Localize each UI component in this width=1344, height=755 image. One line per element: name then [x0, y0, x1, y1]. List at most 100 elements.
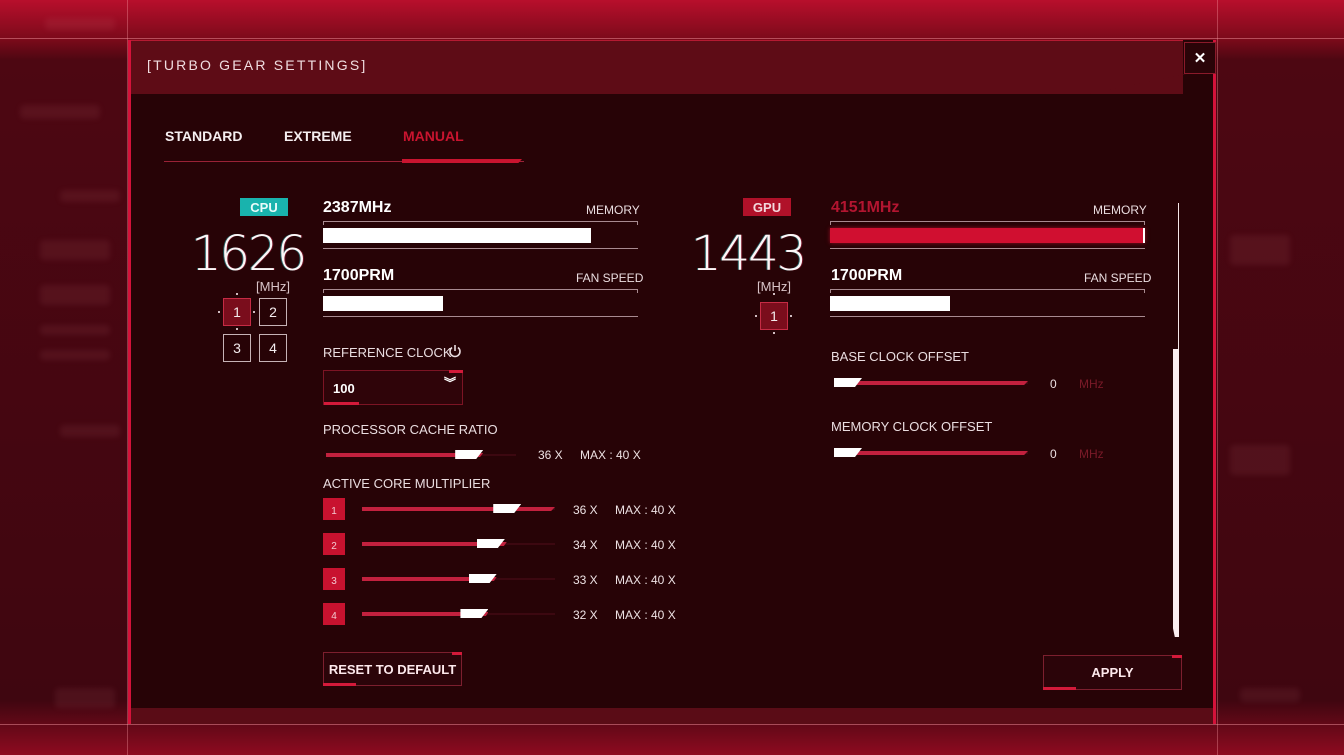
close-icon: ✕: [1193, 50, 1207, 67]
slider-thumb[interactable]: [834, 378, 862, 387]
cpu-fan-value: 1700PRM: [323, 267, 395, 284]
core-indicator-dot: [236, 293, 238, 295]
processor-cache-ratio-value: 36 X: [538, 448, 563, 462]
base-clock-offset-unit: MHz: [1079, 377, 1104, 391]
bg-blur-element: [1240, 688, 1300, 702]
cpu-frequency-unit: [MHz]: [256, 279, 290, 294]
memory-clock-offset-slider[interactable]: [834, 448, 1028, 458]
bg-blur-element: [45, 18, 115, 30]
reference-clock-value: 100: [333, 381, 355, 396]
mode-tabs: STANDARD EXTREME MANUAL: [164, 128, 524, 163]
bg-blur-element: [40, 325, 110, 335]
bg-blur-element: [1230, 235, 1290, 265]
processor-cache-ratio-label: PROCESSOR CACHE RATIO: [323, 422, 498, 437]
core-1-badge: 1: [323, 498, 345, 520]
cpu-core-3-button[interactable]: 3: [223, 334, 251, 362]
close-button[interactable]: ✕: [1184, 42, 1216, 74]
core-1-multiplier-value: 36 X: [573, 503, 598, 517]
bg-blur-element: [40, 285, 110, 305]
gpu-badge: GPU: [743, 198, 791, 216]
core-indicator-dot: [218, 311, 220, 313]
cpu-memory-meter: [323, 221, 638, 249]
cpu-badge: CPU: [240, 198, 288, 216]
core-2-multiplier-max: MAX : 40 X: [615, 538, 676, 552]
cpu-core-4-button[interactable]: 4: [259, 334, 287, 362]
core-2-multiplier-value: 34 X: [573, 538, 598, 552]
turbo-gear-settings-dialog: [TURBO GEAR SETTINGS] ✕ STANDARD EXTREME…: [128, 40, 1216, 724]
dialog-title: [TURBO GEAR SETTINGS]: [147, 57, 368, 73]
bg-blur-element: [20, 105, 100, 119]
core-indicator-dot: [790, 315, 792, 317]
gpu-memory-label: MEMORY: [1093, 203, 1147, 217]
base-clock-offset-slider[interactable]: [834, 378, 1028, 388]
core-4-multiplier-value: 32 X: [573, 608, 598, 622]
processor-cache-ratio-max: MAX : 40 X: [580, 448, 641, 462]
gpu-fan-label: FAN SPEED: [1084, 271, 1152, 285]
slider-fill: [834, 381, 1028, 385]
gpu-memory-value: 4151MHz: [831, 199, 900, 216]
reset-to-default-button[interactable]: RESET TO DEFAULT: [323, 652, 462, 686]
reference-clock-label: REFERENCE CLOCK: [323, 345, 452, 360]
slider-fill: [362, 507, 555, 511]
core-4-multiplier-slider[interactable]: [362, 609, 555, 619]
cpu-frequency: 1626: [191, 226, 307, 282]
core-indicator-dot: [253, 311, 255, 313]
core-indicator-dot: [236, 328, 238, 330]
slider-thumb[interactable]: [455, 450, 484, 459]
core-indicator-dot: [773, 332, 775, 334]
cpu-memory-meter-fill: [323, 228, 591, 243]
active-tab-indicator: [402, 159, 522, 163]
base-clock-offset-value: 0: [1050, 377, 1057, 391]
bg-blur-element: [40, 240, 110, 260]
double-chevron-down-icon: ︾: [443, 376, 456, 390]
core-indicator-dot: [755, 315, 757, 317]
cpu-core-2-button[interactable]: 2: [259, 298, 287, 326]
gpu-memory-meter-fill: [830, 228, 1145, 243]
bg-blur-element: [55, 688, 115, 708]
slider-fill: [834, 451, 1028, 455]
gpu-fan-value: 1700PRM: [831, 267, 903, 284]
slider-thumb[interactable]: [460, 609, 489, 618]
gpu-core-1-button[interactable]: 1: [760, 302, 788, 330]
gpu-memory-meter: [830, 221, 1145, 249]
core-3-multiplier-slider[interactable]: [362, 574, 555, 584]
bg-divider: [0, 724, 1344, 725]
core-1-multiplier-slider[interactable]: [362, 504, 555, 514]
bg-divider: [1217, 0, 1218, 755]
core-indicator-dot: [773, 293, 775, 295]
core-3-badge: 3: [323, 568, 345, 590]
tab-extreme[interactable]: EXTREME: [284, 128, 352, 144]
apply-button[interactable]: APPLY: [1043, 655, 1182, 690]
core-1-multiplier-max: MAX : 40 X: [615, 503, 676, 517]
processor-cache-ratio-slider[interactable]: [326, 450, 516, 460]
gpu-frequency: 1443: [691, 226, 807, 282]
gpu-fan-meter-fill: [830, 296, 950, 311]
cpu-fan-meter-fill: [323, 296, 443, 311]
active-core-multiplier-label: ACTIVE CORE MULTIPLIER: [323, 476, 491, 491]
slider-thumb[interactable]: [834, 448, 862, 457]
slider-thumb[interactable]: [493, 504, 522, 513]
cpu-fan-meter: [323, 289, 638, 317]
reference-clock-dropdown[interactable]: 100 ︾: [323, 370, 463, 405]
bg-divider: [0, 38, 1344, 39]
memory-clock-offset-label: MEMORY CLOCK OFFSET: [831, 419, 993, 434]
bg-blur-element: [1230, 445, 1290, 475]
core-2-multiplier-slider[interactable]: [362, 539, 555, 549]
scrollbar-track[interactable]: [1178, 203, 1179, 353]
cpu-core-1-button[interactable]: 1: [223, 298, 251, 326]
base-clock-offset-label: BASE CLOCK OFFSET: [831, 349, 969, 364]
slider-thumb[interactable]: [476, 539, 505, 548]
core-2-badge: 2: [323, 533, 345, 555]
tab-manual[interactable]: MANUAL: [403, 128, 464, 144]
tab-standard[interactable]: STANDARD: [165, 128, 243, 144]
core-3-multiplier-value: 33 X: [573, 573, 598, 587]
dialog-header: [TURBO GEAR SETTINGS]: [131, 40, 1183, 94]
cpu-fan-label: FAN SPEED: [576, 271, 644, 285]
core-4-badge: 4: [323, 603, 345, 625]
bg-blur-element: [60, 425, 120, 437]
gpu-frequency-unit: [MHz]: [757, 279, 791, 294]
power-icon[interactable]: [448, 344, 462, 358]
slider-thumb[interactable]: [468, 574, 497, 583]
scrollbar-thumb[interactable]: [1173, 349, 1179, 637]
memory-clock-offset-unit: MHz: [1079, 447, 1104, 461]
